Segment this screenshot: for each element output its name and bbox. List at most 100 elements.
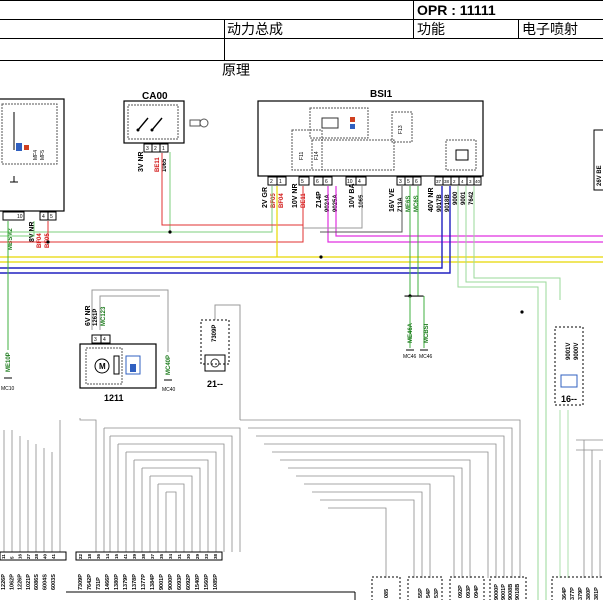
ca00-switch: CA00 3 2 1 3V NR BE11 1065 [123, 91, 209, 172]
bottom-wire-label: 9001P [501, 584, 507, 600]
ground-wire: ME46A [408, 322, 414, 343]
junction-dots [46, 230, 524, 314]
bsi1-wire: MC6S [414, 195, 420, 212]
c1211-wire: 1261P [93, 309, 99, 326]
bottom-wire-label: 7642P [87, 574, 93, 590]
bottom-pin: 27 [26, 553, 31, 559]
bottom-pin: 33 [204, 553, 209, 559]
bottom-wire-label: 1560P [204, 574, 210, 590]
ca00-pin: 2 [154, 146, 157, 152]
bottom-wire-label: 53P [434, 588, 440, 598]
c1211-label: 1211 [104, 393, 124, 403]
bottom-pin: 38 [141, 553, 146, 559]
bsi1-connector: 16V VE [389, 188, 396, 212]
left-ecu-pin: 4 [42, 214, 45, 220]
fuse-f11: F11 [299, 152, 305, 160]
bottom-wire-label: 9001P [159, 574, 165, 590]
bsi1-box: BSI1 F11 F14 F13 2 1 5 6 6 10 4 3 5 6 37… [257, 89, 484, 212]
c16-wire: 9001V [566, 343, 572, 360]
c1211-connector: 6V NR [85, 305, 92, 326]
bottom-pin: 18 [87, 553, 92, 559]
bottom-pin: 41 [51, 553, 56, 559]
bsi1-pin: 2 [453, 179, 456, 184]
bottom-wire-label: 1384P [150, 574, 156, 590]
bottom-pin: 16 [18, 553, 23, 559]
bottom-wire-label: 085 [384, 589, 390, 598]
bottom-wire-label: 381P [594, 587, 600, 600]
bottom-wire-label: 1540P [195, 574, 201, 590]
bsi1-wire: BE11 [301, 193, 307, 208]
c1211-right-wire: MC40P [166, 355, 172, 375]
bottom-wire-label: 1377P [141, 574, 147, 590]
bottom-wire-label: 1085P [213, 574, 219, 590]
left-ecu: MF4 MF5 10 4 5 8V NR MBSM2 BF04 BF05 [0, 98, 65, 250]
bottom-wire-label: 1226P [1, 574, 7, 590]
bsi1-connector: 40V NR [428, 187, 435, 212]
bsi1-pin: 6 [415, 179, 418, 185]
bottom-wire-label: 1379P [123, 574, 129, 590]
bottom-wire-label: 092P [458, 585, 464, 598]
left-ground: ME10P MC10 [1, 352, 15, 392]
left-ground-wire: ME10P [6, 352, 12, 372]
bottom-pin: 15 [114, 553, 119, 559]
bottom-pin: 30 [186, 553, 191, 559]
wires [0, 152, 603, 600]
ca00-wire: BE11 [155, 157, 161, 172]
bottom-wire-label: 1378P [132, 574, 138, 590]
ground-label: MC46 [419, 354, 433, 360]
bottom-wire-label: 6093P [177, 574, 183, 590]
bottom-pin: 34 [168, 553, 173, 559]
left-ground-label: MC10 [1, 386, 15, 392]
bsi1-pin: 6 [316, 179, 319, 185]
c1211-pin: 4 [103, 337, 106, 343]
bottom-wire-label: 1226P [18, 574, 24, 590]
bottom-wire-label: 9018B [515, 584, 521, 600]
bottom-wire-label: 1062P [9, 574, 15, 590]
bottom-pin: 38 [213, 553, 218, 559]
bottom-wire-label: 6004S [43, 574, 49, 590]
fuse-f13: F13 [398, 125, 404, 134]
bottom-pin: 41 [123, 553, 128, 559]
mid-grounds: ME46A MCBSI MC46 MC46 [403, 295, 433, 360]
ground-label: MC46 [403, 354, 417, 360]
bsi1-pin: 2 [270, 179, 273, 185]
fuse-f14: F14 [314, 151, 320, 160]
left-ecu-pin: 5 [50, 214, 53, 220]
c16-num: 16-- [561, 394, 577, 404]
bsi1-pin: 38 [444, 179, 450, 184]
bsi1-connector: 2V GR [262, 187, 269, 208]
bottom-pin: 11 [1, 554, 6, 559]
bottom-pin: 36 [96, 553, 101, 559]
bottom-wire-label: 9000P [494, 584, 500, 600]
bsi1-pin: 6 [325, 179, 328, 185]
bottom-pin: 35 [159, 553, 164, 559]
bottom-wire-label: 731P [96, 577, 102, 590]
bsi1-pin: 37 [436, 179, 442, 184]
bsi1-pin: 5 [407, 179, 410, 185]
bottom-wire-label: 7309P [78, 574, 84, 590]
component-1211: 6V NR 1261P MC123 3 4 M 1211 MC40P MC40 [79, 289, 176, 403]
c1211-wire: MC123 [101, 306, 107, 326]
wiring-diagram: MF4 MF5 10 4 5 8V NR MBSM2 BF04 BF05 CA0… [0, 89, 603, 600]
bottom-wire-label: 9000P [168, 574, 174, 590]
bottom-pin: 14 [105, 553, 110, 559]
left-ecu-side-1: MF4 [33, 150, 39, 160]
bsi1-pin: 3 [469, 179, 472, 184]
left-ecu-wire: BF04 [37, 233, 43, 248]
bsi1-wire: ME6S [406, 196, 412, 212]
ca00-connector: 3V NR [138, 151, 145, 172]
bottom-wire-label: 1466P [105, 574, 111, 590]
bottom-wire-label: 6086S [34, 574, 40, 590]
ca00-pin: 3 [146, 146, 149, 152]
ca00-pin: 1 [162, 146, 165, 152]
ca00-label: CA00 [142, 91, 168, 102]
bottom-wire-label: 379P [578, 587, 584, 600]
left-ecu-pin: 10 [17, 214, 23, 220]
bsi1-wire: Z13A [398, 197, 404, 212]
bottom-wire-label: 55P [418, 588, 424, 598]
bsi1-pin: 4 [461, 179, 464, 184]
c1211-ground: MC40 [162, 387, 176, 393]
bottom-wire-label: 54P [426, 588, 432, 598]
bsi1-label: BSI1 [370, 89, 393, 100]
bsi1-pin: 40 [475, 179, 481, 184]
